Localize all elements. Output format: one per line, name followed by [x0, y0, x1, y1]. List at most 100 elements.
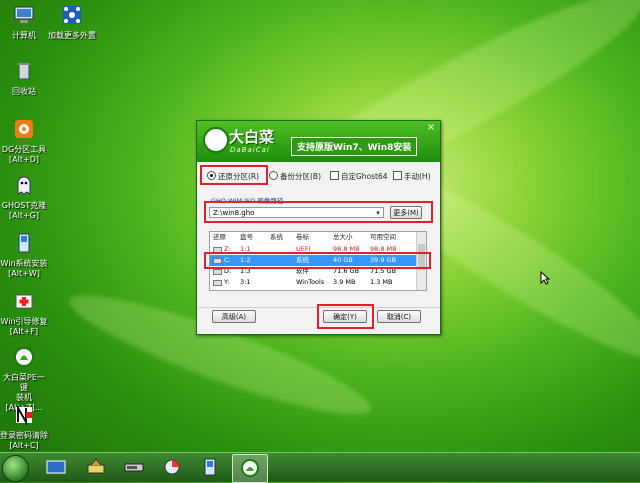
disk-icon [213, 258, 222, 264]
divider [197, 307, 440, 308]
table-row[interactable]: C: 1:2 系统 40 GB 39.9 GB [210, 255, 416, 266]
drive-icon[interactable] [123, 457, 145, 477]
dialog-brand-sub: DaBaiCai [230, 146, 270, 154]
install-tool-icon[interactable] [199, 457, 221, 477]
cell-total: 71.6 GB [333, 267, 360, 275]
cell-label: 系统 [296, 256, 309, 264]
dialog-slogan: 支持原版Win7、Win8安装 [291, 137, 418, 156]
dialog-brand: 大白菜 [229, 128, 275, 146]
checkbox-icon [330, 171, 339, 180]
desktop-icon-label: Win系统安装 [Alt+W] [0, 259, 48, 278]
desktop-icon-load-devices[interactable]: 加载更多外置 [48, 4, 96, 41]
desktop-icon-label: 登录密码清除 [Alt+C] [0, 431, 48, 450]
install-icon [18, 233, 30, 253]
desktop-icon-boot-repair[interactable]: Win引导修复 [Alt+F] [0, 290, 48, 337]
cell-restore: C: [224, 256, 231, 264]
col-header: 盘号 [240, 233, 253, 241]
desktop-icon-label: DG分区工具 [Alt+D] [1, 145, 47, 164]
network-icon [63, 6, 81, 24]
dabaicai-logo-icon [203, 127, 229, 153]
computer-icon [14, 6, 34, 23]
option-restore-label: 还原分区(R) [218, 172, 260, 181]
option-manual-label: 手动(H) [404, 172, 431, 181]
desktop-icon-label: Win引导修复 [Alt+F] [0, 317, 48, 336]
desktop-icon-dg-partition[interactable]: DG分区工具 [Alt+D] [0, 118, 48, 165]
desktop-icon-ghost[interactable]: GHOST克隆 [Alt+G] [0, 174, 48, 221]
desktop-icon-label: 计算机 [12, 31, 36, 40]
disk-icon [213, 280, 222, 286]
cell-label: UEFI [296, 245, 311, 253]
radio-icon [207, 171, 216, 180]
cell-free: 98.8 MB [370, 245, 397, 253]
tools-icon[interactable] [85, 457, 107, 477]
table-scrollbar[interactable] [416, 232, 426, 290]
path-label: GHO WIM ISO 映像路径 [211, 197, 284, 205]
cell-total: 3.9 MB [333, 278, 356, 286]
scrollbar-thumb[interactable] [418, 244, 425, 270]
option-backup[interactable]: 备份分区(B) [269, 171, 321, 182]
cell-restore: D: [224, 267, 232, 275]
cancel-button[interactable]: 取消(C) [377, 310, 421, 323]
more-button[interactable]: 更多(M) [390, 206, 422, 219]
first-aid-icon [15, 294, 33, 309]
ghost-icon [17, 176, 31, 195]
desktop-icon-recycle-bin[interactable]: 回收站 [0, 60, 48, 97]
col-header: 卷标 [296, 233, 309, 241]
cell-restore: Y: [224, 278, 230, 286]
table-row[interactable]: Y: 3:1 WinTools 3.9 MB 1.3 MB [210, 277, 416, 288]
desktop-icon-password-clear[interactable]: 登录密码清除 [Alt+C] [0, 404, 48, 451]
close-button[interactable]: × [425, 123, 437, 133]
col-header: 系统 [270, 233, 283, 241]
cell-label: WinTools [296, 278, 325, 286]
cell-disk: 1:1 [240, 245, 251, 253]
desktop-show-icon[interactable] [45, 457, 67, 477]
dabaicai-icon [241, 459, 259, 477]
desktop-icon-label: 回收站 [12, 87, 36, 96]
taskbar-item-dabaicai[interactable] [232, 454, 268, 483]
option-manual[interactable]: 手动(H) [393, 171, 431, 182]
dg-icon [15, 120, 33, 138]
recycle-bin-icon [18, 63, 30, 80]
desktop-icon-computer[interactable]: 计算机 [0, 4, 48, 41]
table-row[interactable]: Z: 1:1 UEFI 98.8 MB 98.8 MB [210, 244, 416, 255]
taskbar [0, 452, 640, 483]
ok-button[interactable]: 确定(Y) [323, 310, 367, 323]
col-header: 还原 [213, 233, 226, 241]
cell-disk: 1:3 [240, 267, 251, 275]
dabaicai-icon [14, 347, 34, 367]
radio-icon [269, 171, 278, 180]
option-restore[interactable]: 还原分区(R) [207, 171, 259, 182]
cell-total: 40 GB [333, 256, 353, 264]
col-header: 总大小 [333, 233, 353, 241]
option-custom-ghost-label: 自定Ghost64 [341, 172, 388, 181]
image-path-value: Z:\win8.gho [213, 209, 255, 217]
desktop-icon-dabaicai-pe[interactable]: 大白菜PE一键 装机[Alt+Z]... [0, 346, 48, 413]
image-path-select[interactable]: Z:\win8.gho ▾ [209, 207, 384, 218]
disk-icon [213, 247, 222, 253]
table-row[interactable]: D: 1:3 软件 71.6 GB 71.5 GB [210, 266, 416, 277]
advanced-button[interactable]: 高级(A) [212, 310, 256, 323]
partition-table[interactable]: 还原 盘号 系统 卷标 总大小 可用空间 Z: 1:1 UEFI 98.8 MB… [209, 231, 427, 291]
cell-disk: 1:2 [240, 256, 251, 264]
cell-free: 39.9 GB [370, 256, 397, 264]
desktop-icon-win-install[interactable]: Win系统安装 [Alt+W] [0, 232, 48, 279]
install-dialog: 大白菜 DaBaiCai 支持原版Win7、Win8安装 × 还原分区(R) 备… [196, 120, 441, 335]
checkbox-icon [393, 171, 402, 180]
partition-tool-icon[interactable] [161, 457, 183, 477]
cell-restore: Z: [224, 245, 231, 253]
disk-icon [213, 269, 222, 275]
chevron-down-icon[interactable]: ▾ [373, 208, 383, 217]
option-custom-ghost[interactable]: 自定Ghost64 [330, 171, 388, 182]
cell-disk: 3:1 [240, 278, 251, 286]
cell-label: 软件 [296, 267, 309, 275]
dialog-header: 大白菜 DaBaiCai 支持原版Win7、Win8安装 × [197, 121, 440, 162]
desktop-icon-label: 加载更多外置 [48, 31, 96, 40]
cell-free: 1.3 MB [370, 278, 393, 286]
option-backup-label: 备份分区(B) [280, 172, 321, 181]
cell-total: 98.8 MB [333, 245, 360, 253]
col-header: 可用空间 [370, 233, 396, 241]
cell-free: 71.5 GB [370, 267, 397, 275]
start-button[interactable] [2, 455, 29, 482]
table-header: 还原 盘号 系统 卷标 总大小 可用空间 [210, 232, 416, 243]
password-clear-icon [16, 404, 32, 426]
